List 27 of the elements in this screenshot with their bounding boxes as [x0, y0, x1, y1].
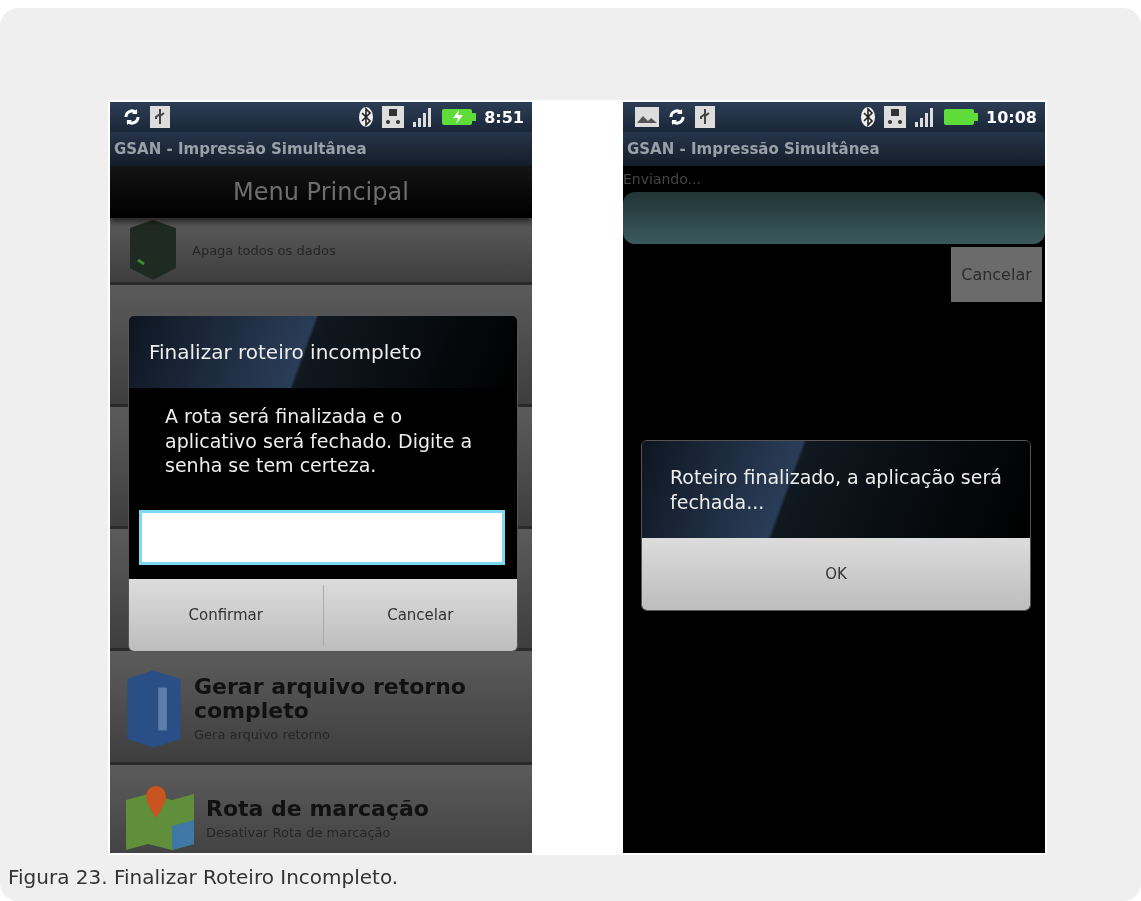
- dialog-button[interactable]: Confirmar: [129, 585, 324, 646]
- usb-icon: [150, 106, 170, 128]
- menu-item-title: Rota de marcação: [206, 796, 429, 822]
- network-type-icon: [382, 106, 405, 128]
- usb-icon: [695, 106, 715, 128]
- dialog-title: Finalizar roteiro incompleto: [129, 316, 517, 388]
- cancel-button[interactable]: Cancelar: [951, 247, 1042, 302]
- password-field[interactable]: [139, 510, 505, 566]
- map-icon: [124, 785, 196, 852]
- dialog-button[interactable]: Cancelar: [323, 585, 517, 646]
- status-time: 8:51: [484, 107, 524, 127]
- menu-header: Menu Principal: [110, 166, 532, 218]
- figure-caption: Figura 23. Finalizar Roteiro Incompleto.: [8, 865, 400, 889]
- dialog-message: A rota será finalizada e o aplicativo será fechado. Digite a senha se tem certeza.: [164, 404, 474, 479]
- app-title: GSAN - Impressão Simultânea: [110, 132, 532, 166]
- bluetooth-icon: [860, 106, 877, 128]
- app-title: GSAN - Impressão Simultânea: [623, 132, 1045, 166]
- status-time: 10:08: [986, 107, 1037, 127]
- dialog-button[interactable]: OK: [642, 544, 1030, 605]
- sync-icon: [122, 107, 142, 127]
- progress-label: Enviando...: [623, 170, 702, 189]
- dialog-message: Roteiro finalizado, a aplicação será fechada...: [642, 441, 1030, 539]
- image-icon: [635, 107, 659, 127]
- network-type-icon: [884, 106, 907, 128]
- sync-icon: [667, 107, 687, 127]
- bluetooth-icon: [358, 106, 375, 128]
- menu-item-title: Gerar arquivo retorno completo: [193, 674, 467, 724]
